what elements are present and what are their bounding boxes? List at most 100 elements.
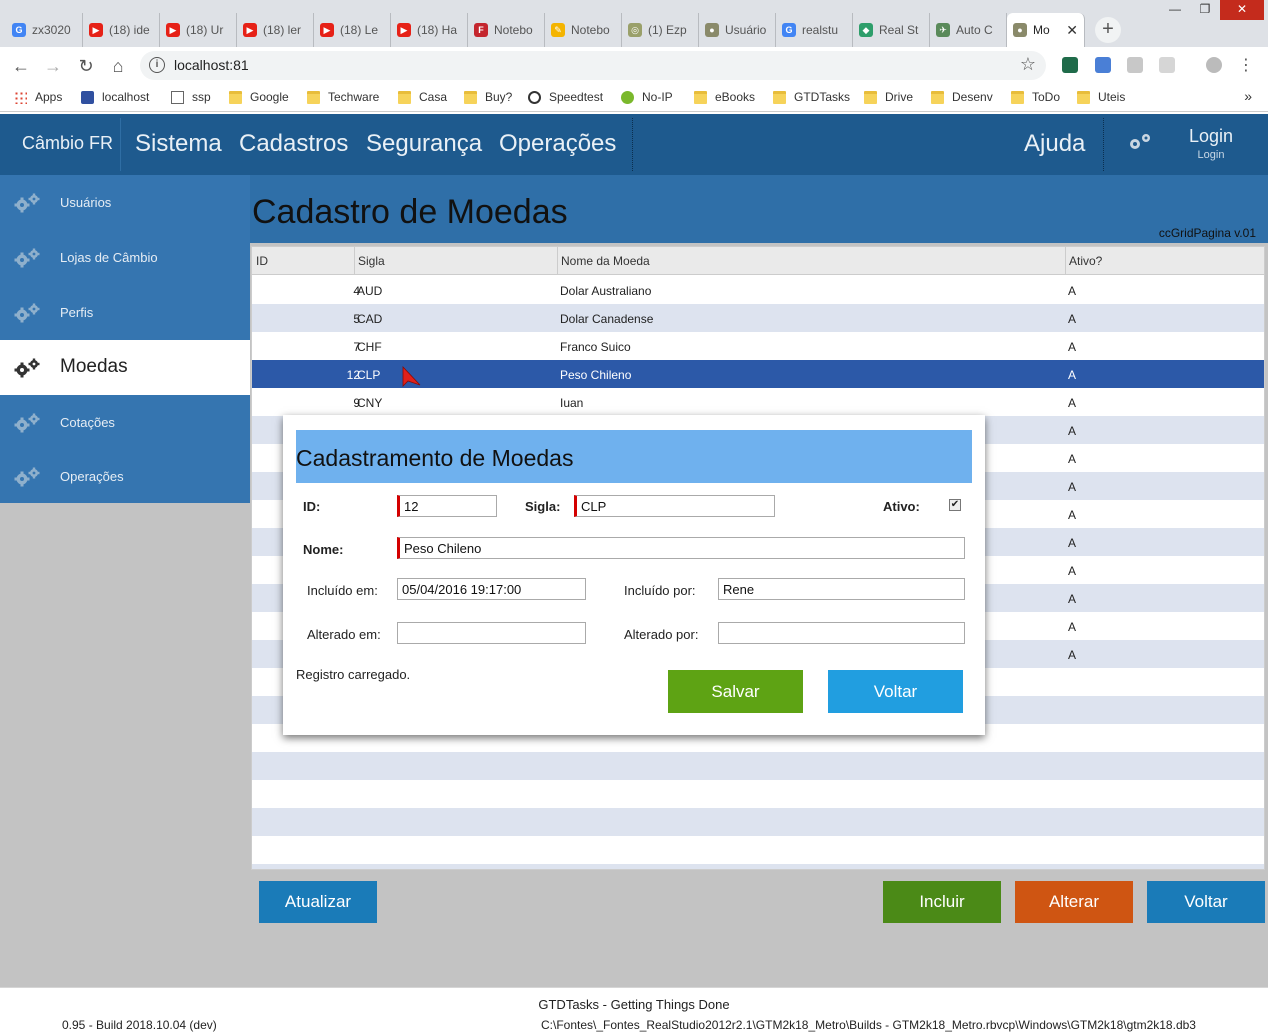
bookmark-label: localhost bbox=[102, 90, 150, 104]
bookmark-item[interactable]: Speedtest bbox=[528, 90, 603, 104]
edit-button[interactable]: Alterar bbox=[1015, 881, 1133, 923]
table-row[interactable] bbox=[252, 752, 1264, 780]
browser-tab[interactable]: ▶ (18) Ha bbox=[391, 13, 468, 47]
table-row[interactable]: 4 AUD Dolar Australiano A bbox=[252, 276, 1264, 304]
minimize-button[interactable]: — bbox=[1160, 0, 1190, 20]
menu-cadastros[interactable]: Cadastros bbox=[239, 130, 348, 158]
home-icon[interactable]: ⌂ bbox=[106, 54, 130, 78]
ativo-checkbox[interactable]: ✔ bbox=[949, 499, 961, 511]
browser-tab[interactable]: ▶ (18) ler bbox=[237, 13, 314, 47]
column-header-nome[interactable]: Nome da Moeda bbox=[561, 254, 650, 268]
bookmark-item[interactable]: eBooks bbox=[694, 90, 755, 104]
bookmark-item[interactable]: GTDTasks bbox=[773, 90, 850, 104]
sidebar-item[interactable]: Moedas bbox=[0, 340, 250, 395]
bookmark-item[interactable]: Desenv bbox=[931, 90, 993, 104]
address-bar[interactable]: i localhost:81 ☆ bbox=[140, 51, 1046, 80]
bookmark-item[interactable]: Google bbox=[229, 90, 289, 104]
bookmark-item[interactable]: Drive bbox=[864, 90, 913, 104]
browser-tab[interactable]: ✈ Auto C bbox=[930, 13, 1007, 47]
save-button[interactable]: Salvar bbox=[668, 670, 803, 713]
back-button[interactable]: Voltar bbox=[1147, 881, 1265, 923]
table-row[interactable]: 9 CNY Iuan A bbox=[252, 388, 1264, 416]
extension-check-icon[interactable] bbox=[1062, 57, 1078, 73]
bookmark-star-icon[interactable]: ☆ bbox=[1020, 54, 1036, 75]
bookmark-item[interactable]: No-IP bbox=[621, 90, 673, 104]
new-tab-button[interactable]: + bbox=[1095, 17, 1121, 43]
pdf-extension-icon[interactable] bbox=[1127, 57, 1143, 73]
browser-tab[interactable]: ● Usuário bbox=[699, 13, 776, 47]
browser-tab[interactable]: ▶ (18) Ur bbox=[160, 13, 237, 47]
browser-tab[interactable]: ✎ Notebo bbox=[545, 13, 622, 47]
bookmark-item[interactable]: ToDo bbox=[1011, 90, 1060, 104]
browser-tab[interactable]: F Notebo bbox=[468, 13, 545, 47]
dialog-back-button[interactable]: Voltar bbox=[828, 670, 963, 713]
table-row[interactable] bbox=[252, 836, 1264, 864]
cell-ativo: A bbox=[1068, 648, 1077, 662]
bookmark-item[interactable]: Techware bbox=[307, 90, 379, 104]
menu-ajuda[interactable]: Ajuda bbox=[1024, 130, 1085, 158]
sidebar-item[interactable]: Usuários bbox=[0, 175, 250, 230]
tab-close-icon[interactable]: ✕ bbox=[1066, 22, 1078, 39]
bookmark-item[interactable]: Apps bbox=[14, 90, 62, 104]
window-close-button[interactable]: ✕ bbox=[1220, 0, 1264, 20]
url-text[interactable]: localhost:81 bbox=[174, 57, 249, 73]
settings-gear-icon[interactable] bbox=[1126, 131, 1154, 156]
back-arrow-icon[interactable]: ← bbox=[9, 54, 33, 78]
sidebar-item[interactable]: Cotações bbox=[0, 395, 250, 450]
sidebar-item[interactable]: Lojas de Câmbio bbox=[0, 230, 250, 285]
nome-field[interactable] bbox=[397, 537, 965, 559]
sigla-field[interactable] bbox=[574, 495, 775, 517]
profile-avatar-icon[interactable] bbox=[1206, 57, 1222, 73]
reload-icon[interactable]: ↻ bbox=[74, 54, 98, 78]
column-header-id[interactable]: ID bbox=[256, 254, 268, 268]
incluido-em-field[interactable] bbox=[397, 578, 586, 600]
bookmark-item[interactable]: Casa bbox=[398, 90, 447, 104]
tab-favicon-icon: ● bbox=[1013, 23, 1027, 37]
column-header-ativo[interactable]: Ativo? bbox=[1069, 254, 1102, 268]
id-field[interactable] bbox=[397, 495, 497, 517]
browser-tab[interactable]: Gzx3020 bbox=[6, 13, 83, 47]
menu-operacoes[interactable]: Operações bbox=[499, 130, 616, 158]
bookmarks-more-icon[interactable]: » bbox=[1244, 88, 1252, 104]
sidebar-item[interactable]: Perfis bbox=[0, 285, 250, 340]
table-row[interactable] bbox=[252, 808, 1264, 836]
menu-kebab-icon[interactable]: ⋮ bbox=[1234, 54, 1258, 78]
browser-tab[interactable]: ◆ Real St bbox=[853, 13, 930, 47]
browser-tab[interactable]: ◎ (1) Ezp bbox=[622, 13, 699, 47]
id-label: ID: bbox=[303, 499, 321, 514]
bookmark-item[interactable]: ssp bbox=[171, 90, 211, 104]
translate-extension-icon[interactable] bbox=[1095, 57, 1111, 73]
column-header-sigla[interactable]: Sigla bbox=[358, 254, 385, 268]
bookmark-label: Casa bbox=[419, 90, 448, 104]
sidebar-item[interactable]: Operações bbox=[0, 450, 250, 503]
browser-tab[interactable]: ● Mo ✕ bbox=[1007, 13, 1085, 47]
cast-extension-icon[interactable] bbox=[1159, 57, 1175, 73]
refresh-button[interactable]: Atualizar bbox=[259, 881, 377, 923]
menu-sistema[interactable]: Sistema bbox=[135, 130, 222, 158]
incluido-por-field[interactable] bbox=[718, 578, 965, 600]
table-row[interactable]: 7 CHF Franco Suico A bbox=[252, 332, 1264, 360]
browser-tab[interactable]: ▶ (18) ide bbox=[83, 13, 160, 47]
forward-arrow-icon[interactable]: → bbox=[41, 54, 65, 78]
browser-tab[interactable]: Grealstu bbox=[776, 13, 853, 47]
app-brand[interactable]: Câmbio FR bbox=[22, 133, 113, 154]
login-button[interactable]: Login Login bbox=[1183, 126, 1239, 161]
alterado-por-field[interactable] bbox=[718, 622, 965, 644]
bookmark-item[interactable]: Buy? bbox=[464, 90, 512, 104]
page-title: Cadastro de Moedas bbox=[252, 193, 568, 231]
add-button[interactable]: Incluir bbox=[883, 881, 1001, 923]
cell-sigla: AUD bbox=[357, 284, 383, 298]
incluido-por-label: Incluído por: bbox=[624, 583, 696, 598]
column-divider bbox=[354, 247, 355, 275]
bookmark-item[interactable]: localhost bbox=[81, 90, 149, 104]
bookmark-item[interactable]: Uteis bbox=[1077, 90, 1125, 104]
menu-seguranca[interactable]: Segurança bbox=[366, 130, 482, 158]
table-row[interactable]: 5 CAD Dolar Canadense A bbox=[252, 304, 1264, 332]
site-info-icon[interactable]: i bbox=[149, 57, 165, 73]
maximize-button[interactable]: ❐ bbox=[1190, 0, 1220, 20]
browser-tab[interactable]: ▶ (18) Le bbox=[314, 13, 391, 47]
table-row[interactable] bbox=[252, 864, 1264, 869]
alterado-em-field[interactable] bbox=[397, 622, 586, 644]
table-row[interactable] bbox=[252, 780, 1264, 808]
bookmark-label: Google bbox=[250, 90, 289, 104]
